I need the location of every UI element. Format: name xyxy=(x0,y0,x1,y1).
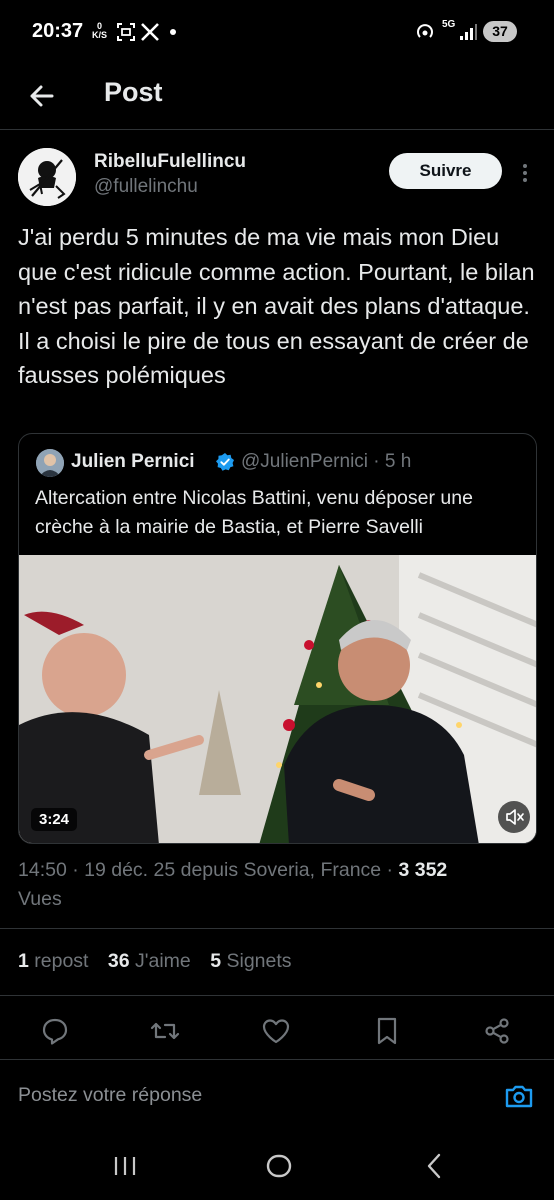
quoted-author-name: Julien Pernici xyxy=(71,451,195,472)
like-icon[interactable] xyxy=(260,1015,292,1047)
notification-dot-icon xyxy=(170,29,176,35)
bookmark-icon[interactable] xyxy=(371,1015,403,1047)
recent-apps-icon[interactable] xyxy=(110,1151,140,1181)
network-speed: 0 K/S xyxy=(92,21,108,40)
video-duration: 3:24 xyxy=(31,808,78,831)
x-logo-icon xyxy=(141,23,159,41)
battery-indicator: 37 xyxy=(483,21,517,42)
top-app-bar: Post xyxy=(0,64,554,130)
tweet-text: J'ai perdu 5 minutes de ma vie mais mon … xyxy=(18,224,535,388)
reposts-stat[interactable]: 1 repost xyxy=(18,950,88,972)
screenshot-icon xyxy=(117,23,135,41)
volume-muted-icon xyxy=(506,809,524,825)
video-thumbnail xyxy=(19,555,536,843)
views-label: Vues xyxy=(18,888,62,910)
signal-icon xyxy=(460,24,477,40)
post-timestamp: 14:50 · 19 déc. 25 depuis Soveria, Franc… xyxy=(18,859,399,881)
author-name[interactable]: RibelluFulellincu xyxy=(94,151,246,173)
follow-button[interactable]: Suivre xyxy=(389,153,502,189)
status-time: 20:37 xyxy=(32,20,84,42)
network-type: 5G xyxy=(442,19,456,30)
page-title: Post xyxy=(104,77,163,107)
reply-placeholder[interactable]: Postez votre réponse xyxy=(18,1084,202,1107)
engagement-stats: 1 repost 36 J'aime 5 Signets xyxy=(18,950,306,973)
author-avatar[interactable] xyxy=(18,148,76,206)
hotspot-icon xyxy=(417,24,433,38)
more-options-icon[interactable] xyxy=(515,160,535,186)
quoted-post-text: Altercation entre Nicolas Battini, venu … xyxy=(35,487,473,538)
back-nav-icon[interactable] xyxy=(420,1151,450,1181)
reply-icon[interactable] xyxy=(39,1015,71,1047)
bookmarks-stat[interactable]: 5 Signets xyxy=(210,950,291,972)
quoted-author-handle: @JulienPernici · 5 h xyxy=(241,451,412,472)
video-player[interactable]: 3:24 xyxy=(19,555,536,843)
camera-icon[interactable] xyxy=(503,1080,535,1112)
post-action-bar xyxy=(0,1011,554,1051)
status-bar: 20:37 0 K/S 5G 37 xyxy=(0,0,554,64)
arrow-left-icon[interactable] xyxy=(22,76,62,116)
author-handle[interactable]: @fullelinchu xyxy=(94,176,198,198)
reply-composer[interactable]: Postez votre réponse xyxy=(0,1059,554,1131)
verified-badge-icon xyxy=(216,453,234,471)
home-icon[interactable] xyxy=(264,1151,294,1181)
views-count: 3 352 xyxy=(398,859,448,881)
quoted-post[interactable]: Julien Pernici @JulienPernici · 5 h Alte… xyxy=(18,433,537,844)
share-icon[interactable] xyxy=(481,1015,513,1047)
repost-icon[interactable] xyxy=(149,1015,181,1047)
likes-stat[interactable]: 36 J'aime xyxy=(108,950,191,972)
system-navigation-bar xyxy=(0,1131,554,1200)
mute-button[interactable] xyxy=(498,801,530,833)
quoted-author-avatar xyxy=(36,449,64,477)
post-metadata: 14:50 · 19 déc. 25 depuis Soveria, Franc… xyxy=(18,856,538,914)
divider xyxy=(0,995,554,996)
divider xyxy=(0,928,554,929)
